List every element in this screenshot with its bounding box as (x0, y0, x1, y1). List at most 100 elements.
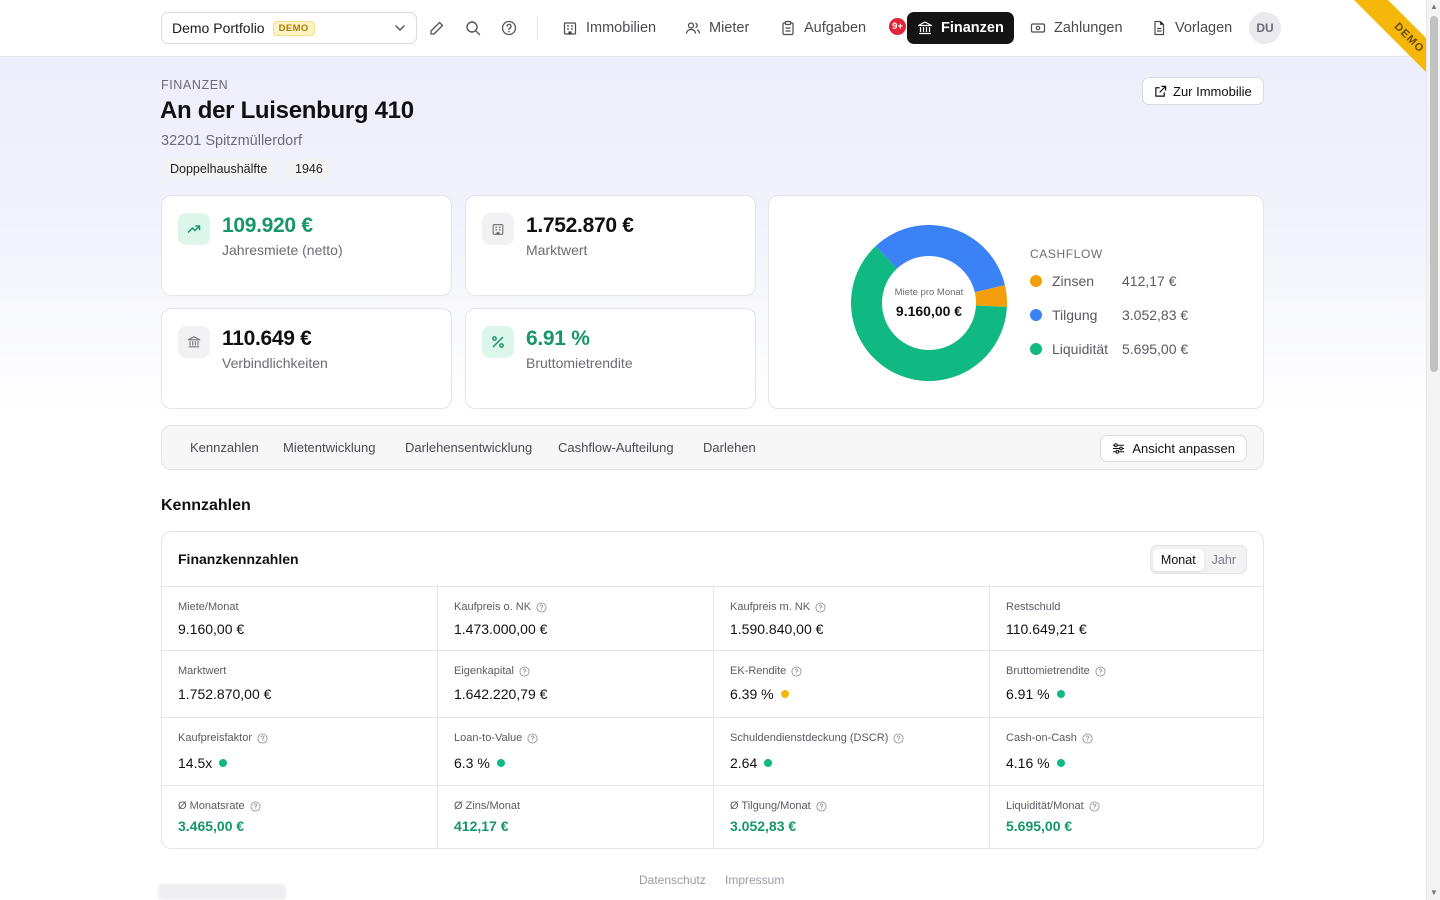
legend-name: Liquidität (1052, 341, 1109, 357)
trending-up-icon (187, 225, 201, 233)
kennzahlen-row: Miete/Monat 9.160,00 € Kaufpreis o. NK 1.47… (162, 587, 1263, 651)
help-icon[interactable] (791, 665, 802, 677)
help-icon[interactable] (257, 732, 268, 744)
portfolio-select[interactable]: Demo Portfolio DEMO (161, 12, 417, 44)
kennzahl-value: 3.052,83 € (730, 818, 796, 834)
search-icon (466, 21, 481, 36)
kennzahl-value-text: 4.16 % (1006, 755, 1050, 771)
help-icon[interactable] (519, 665, 530, 677)
kennzahl-value: 1.590.840,00 € (730, 621, 823, 637)
bank-icon (917, 21, 933, 35)
kennzahl-cell: Ø Monatsrate 3.465,00 € (162, 786, 438, 848)
nav-immobilien[interactable]: Immobilien (552, 12, 666, 44)
tab-darlehen[interactable]: Darlehen (703, 440, 756, 455)
page-scrollbar[interactable]: ▲ ▼ (1426, 0, 1440, 900)
kennzahl-label: Cash-on-Cash (1006, 732, 1093, 744)
demo-badge: DEMO (272, 20, 315, 36)
help-icon[interactable] (1095, 665, 1106, 677)
kennzahl-value: 412,17 € (454, 818, 509, 834)
kpi-value: 109.920 € (222, 214, 313, 237)
legend-amount: 5.695,00 € (1122, 341, 1189, 357)
kennzahl-value-text: 1.642.220,79 € (454, 686, 548, 702)
kennzahl-value: 1.752.870,00 € (178, 686, 271, 702)
toggle-monat[interactable]: Monat (1152, 548, 1204, 571)
nav-mieter[interactable]: Mieter (675, 12, 759, 44)
kennzahl-label-text: Ø Zins/Monat (454, 800, 521, 812)
kpi-card-verbindlichkeiten: 110.649 € Verbindlichkeiten (161, 308, 452, 409)
help-icon[interactable] (816, 800, 827, 812)
status-dot (1056, 690, 1065, 698)
tab-darlehensentwicklung[interactable]: Darlehensentwicklung (405, 440, 532, 455)
status-dot (1056, 759, 1065, 767)
kennzahl-cell: Bruttomietrendite 6.91 % (990, 651, 1263, 717)
demo-ribbon: DEMO (1326, 0, 1426, 100)
kennzahl-cell: Kaufpreis m. NK 1.590.840,00 € (714, 587, 990, 650)
page-title: An der Luisenburg 410 (160, 97, 414, 124)
nav-zahlungen[interactable]: Zahlungen (1020, 12, 1133, 44)
kennzahl-cell: Liquidität/Monat 5.695,00 € (990, 786, 1263, 848)
help-icon[interactable] (893, 732, 904, 744)
help-icon[interactable] (527, 732, 538, 744)
kennzahl-value-text: 5.695,00 € (1006, 818, 1073, 834)
chevron-down-icon (395, 25, 405, 31)
kennzahl-value: 6.91 % (1006, 686, 1065, 702)
zur-immobilie-button[interactable]: Zur Immobilie (1142, 77, 1264, 105)
kennzahl-value-text: 6.39 % (730, 686, 774, 702)
kennzahl-label: Bruttomietrendite (1006, 665, 1106, 677)
ansicht-anpassen-button[interactable]: Ansicht anpassen (1100, 435, 1247, 462)
scroll-down-arrow[interactable]: ▼ (1430, 889, 1438, 897)
help-button[interactable] (498, 17, 520, 39)
legend-dot (1030, 309, 1042, 321)
legend-dot (1030, 343, 1042, 355)
kpi-label: Marktwert (526, 242, 588, 258)
help-icon[interactable] (250, 800, 261, 812)
toggle-jahr[interactable]: Jahr (1204, 549, 1244, 571)
nav-finanzen[interactable]: Finanzen (907, 12, 1014, 44)
build-year-tag: 1946 (286, 158, 332, 180)
tab-cashflow-aufteilung[interactable]: Cashflow-Aufteilung (558, 440, 674, 455)
period-toggle: Monat Jahr (1149, 545, 1247, 574)
help-icon[interactable] (1082, 732, 1093, 744)
property-address: 32201 Spitzmüllerdorf (161, 133, 303, 149)
kennzahl-value: 9.160,00 € (178, 621, 244, 637)
scroll-thumb[interactable] (1430, 16, 1438, 372)
search-button[interactable] (462, 17, 484, 39)
kennzahl-value-text: 3.052,83 € (730, 818, 797, 834)
kennzahl-label: Marktwert (178, 665, 226, 677)
kennzahl-value: 4.16 % (1006, 755, 1065, 771)
kennzahl-value-text: 3.465,00 € (178, 818, 245, 834)
legend-item-liquiditaet: Liquidität 5.695,00 € (1030, 339, 1188, 359)
main-content: FINANZEN An der Luisenburg 410 32201 Spi… (0, 0, 1426, 900)
nav-label: Zahlungen (1054, 20, 1123, 36)
kennzahl-value: 5.695,00 € (1006, 818, 1072, 834)
datenschutz-link[interactable]: Datenschutz (639, 873, 706, 887)
kennzahl-cell: Marktwert 1.752.870,00 € (162, 651, 438, 717)
document-icon (1154, 20, 1165, 36)
help-icon[interactable] (1089, 800, 1100, 812)
kennzahl-label-text: Ø Monatsrate (178, 800, 245, 812)
edit-button[interactable] (426, 17, 448, 39)
kennzahl-value-text: 2.64 (730, 755, 758, 771)
cash-icon (1030, 23, 1046, 33)
notification-badge: 9+ (889, 18, 907, 35)
portfolio-name: Demo Portfolio (172, 20, 265, 36)
help-icon[interactable] (815, 601, 826, 613)
legend-amount: 3.052,83 € (1122, 307, 1189, 323)
cashflow-title: CASHFLOW (1030, 247, 1103, 261)
kennzahl-label-text: Miete/Monat (178, 601, 239, 613)
cashflow-card: Miete pro Monat 9.160,00 € CASHFLOW Zins… (768, 195, 1264, 409)
legend-amount: 412,17 € (1122, 273, 1177, 289)
user-avatar[interactable]: DU (1249, 12, 1281, 44)
tab-mietentwicklung[interactable]: Mietentwicklung (283, 440, 376, 455)
tab-kennzahlen[interactable]: Kennzahlen (190, 440, 259, 455)
nav-vorlagen[interactable]: Vorlagen (1141, 12, 1242, 44)
kennzahl-label-text: Liquidität/Monat (1006, 800, 1084, 812)
scroll-up-arrow[interactable]: ▲ (1430, 3, 1438, 11)
help-icon[interactable] (536, 601, 547, 613)
nav-aufgaben[interactable]: Aufgaben 9+ (770, 12, 907, 44)
kennzahl-value-text: 412,17 € (454, 818, 509, 834)
impressum-link[interactable]: Impressum (725, 873, 784, 887)
kennzahl-cell: Cash-on-Cash 4.16 % (990, 718, 1263, 785)
kennzahl-label: Kaufpreis o. NK (454, 601, 547, 613)
donut-center-label: Miete pro Monat (894, 287, 964, 298)
